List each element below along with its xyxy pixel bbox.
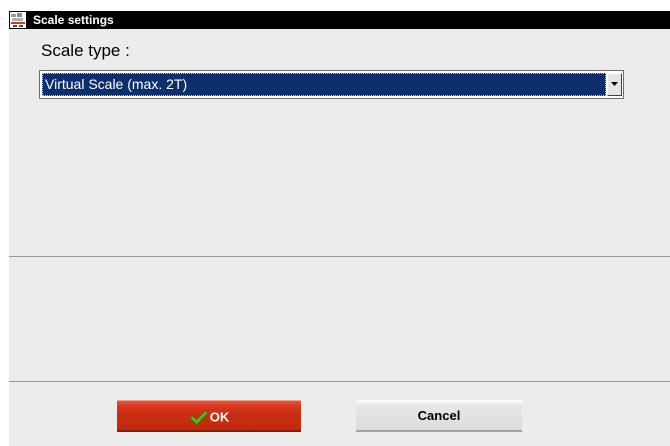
checkmark-icon <box>189 410 209 425</box>
scale-type-select[interactable]: Virtual Scale (max. 2T) <box>39 70 624 99</box>
cancel-button-label: Cancel <box>417 408 461 423</box>
title-bar: Scale settings <box>9 11 670 29</box>
scale-type-label: Scale type : <box>41 41 130 60</box>
ok-button[interactable]: OK <box>117 400 301 432</box>
app-icon <box>10 12 26 28</box>
scale-type-selected-value[interactable]: Virtual Scale (max. 2T) <box>42 73 606 96</box>
window-title: Scale settings <box>33 13 114 27</box>
scale-settings-window: Scale settings Scale type : Virtual Scal… <box>9 11 670 446</box>
divider-top <box>9 256 670 257</box>
divider-bottom <box>9 381 670 382</box>
cancel-button[interactable]: Cancel <box>356 400 522 432</box>
dropdown-arrow-icon <box>611 82 618 86</box>
ok-button-label: OK <box>209 409 230 425</box>
dropdown-button[interactable] <box>607 73 622 96</box>
